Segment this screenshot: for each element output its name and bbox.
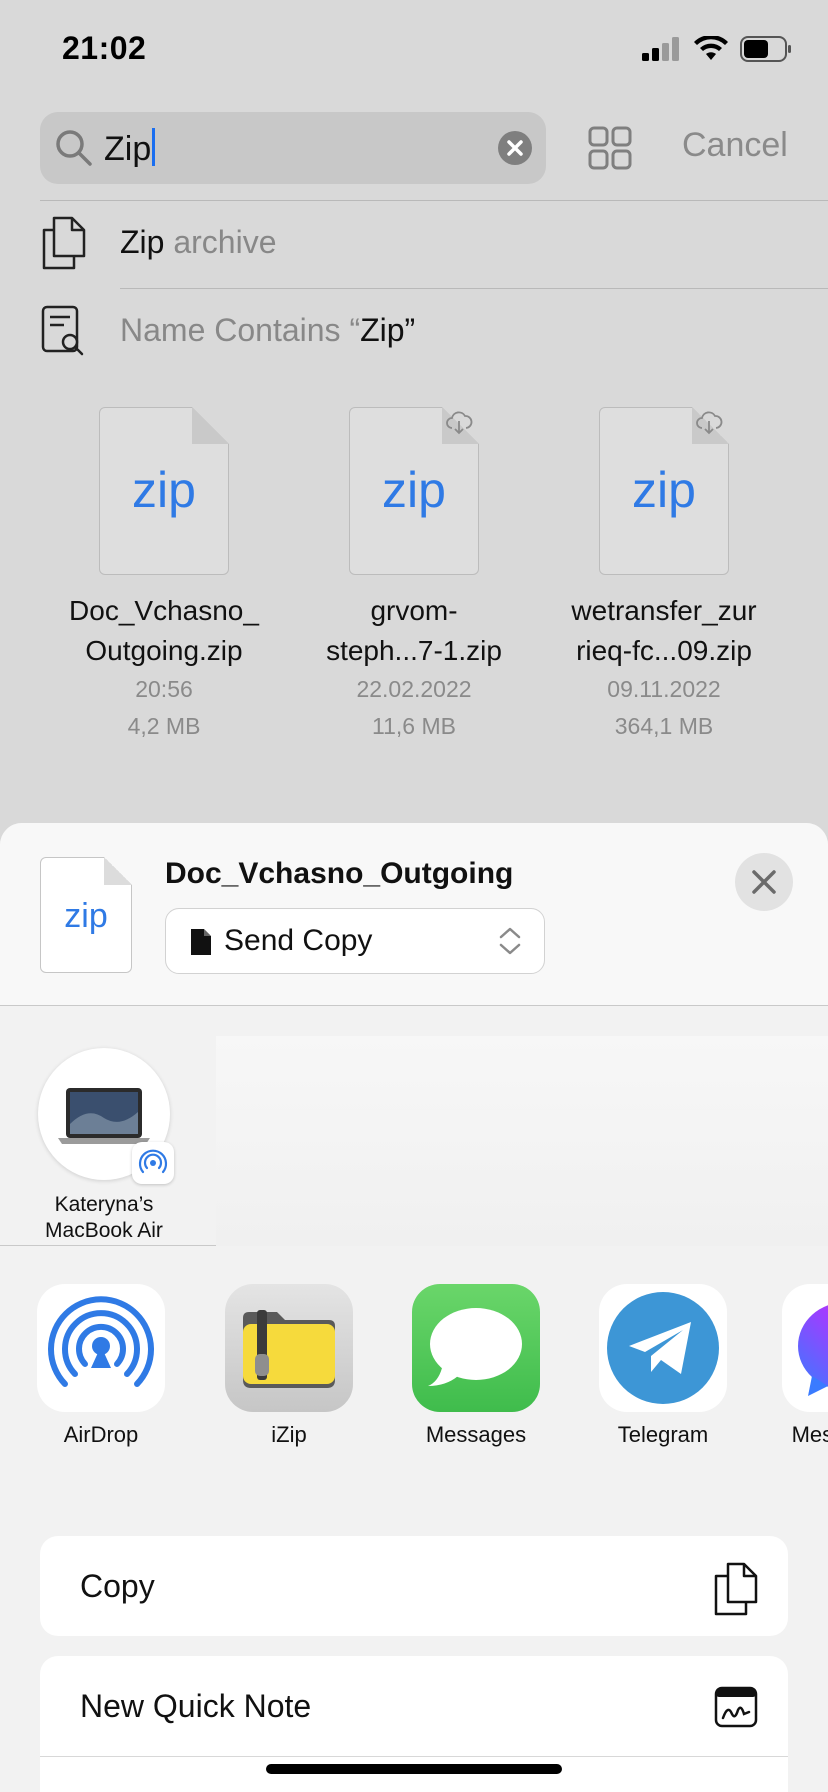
status-icons (642, 36, 792, 62)
suggestion-name-contains[interactable]: Name Contains “Zip” (40, 288, 828, 376)
file-size: 11,6 MB (372, 713, 456, 739)
file-date: 09.11.2022 (607, 676, 721, 702)
file-size: 364,1 MB (614, 713, 714, 739)
name-search-icon (41, 305, 84, 356)
izip-icon (225, 1284, 353, 1412)
file-size: 4,2 MB (127, 713, 201, 739)
app-telegram[interactable]: Telegram (593, 1284, 733, 1448)
document-icon (191, 929, 211, 955)
status-time: 21:02 (62, 30, 147, 66)
document-title: Doc_Vchasno_Outgoing (165, 857, 514, 890)
suggestion-match: Zip (360, 312, 405, 348)
suggestion-rest: archive (164, 224, 277, 260)
chevron-updown-icon (499, 927, 521, 955)
zip-file-icon: zip (99, 407, 229, 575)
status-bar: 21:02 (0, 0, 828, 100)
file-item[interactable]: zip Doc_Vchasno_ Outgoing.zip 20:56 4,2 M… (54, 407, 274, 745)
grid-view-icon[interactable] (588, 126, 632, 170)
suggestion-match: Zip (120, 224, 165, 260)
suggestion-suffix: ” (404, 312, 416, 348)
text-cursor (152, 128, 156, 166)
zip-file-icon: zip (349, 407, 479, 575)
send-copy-selector[interactable]: Send Copy (165, 908, 545, 974)
copy-icon (714, 1562, 758, 1616)
share-apps-row: AirDrop iZip Messages Telegram Mes (0, 1246, 828, 1468)
telegram-icon (599, 1284, 727, 1412)
device-name: Kateryna’s MacBook Air (45, 1193, 163, 1242)
messenger-icon (782, 1284, 828, 1412)
close-icon (752, 870, 776, 894)
messages-icon (412, 1284, 540, 1412)
cloud-download-icon (446, 411, 473, 435)
close-button[interactable] (735, 853, 793, 911)
file-item[interactable]: zip wetransfer_zur rieq-fc...09.zip 09.11… (554, 407, 774, 745)
file-name: grvom-steph...7-1.zip (326, 595, 502, 666)
airdrop-icon (138, 1149, 168, 1174)
cellular-signal-icon (642, 37, 679, 61)
device-avatar (38, 1048, 174, 1184)
app-messenger[interactable]: Messenger (776, 1284, 828, 1448)
file-date: 22.02.2022 (356, 676, 472, 702)
file-item[interactable]: zip grvom-steph...7-1.zip 22.02.2022 11,… (304, 407, 524, 745)
copy-action[interactable]: Copy (40, 1536, 788, 1636)
suggestion-prefix: Name Contains “ (120, 312, 361, 348)
cancel-button[interactable]: Cancel (682, 126, 788, 165)
suggestion-zip-archive[interactable]: Zip archive (40, 200, 828, 288)
airdrop-device[interactable]: Kateryna’s MacBook Air (34, 1048, 174, 1244)
search-icon (56, 130, 92, 166)
zip-file-icon: zip (599, 407, 729, 575)
file-name: wetransfer_zur rieq-fc...09.zip (571, 595, 757, 666)
thumbnail-label: zip (64, 897, 108, 935)
airdrop-people-row: Kateryna’s MacBook Air (0, 1006, 828, 1246)
documents-icon (42, 216, 86, 270)
file-name: Doc_Vchasno_ Outgoing.zip (69, 595, 259, 666)
wifi-icon (694, 36, 728, 60)
clear-icon (507, 140, 523, 156)
share-sheet-header: zip Doc_Vchasno_Outgoing Send Copy (0, 823, 828, 1006)
copy-action-label: Copy (80, 1568, 155, 1604)
send-copy-label: Send Copy (224, 924, 373, 957)
search-row: Zip Cancel (40, 112, 800, 184)
cloud-download-icon (696, 411, 723, 435)
app-airdrop[interactable]: AirDrop (31, 1284, 171, 1448)
quick-note-icon (714, 1686, 758, 1728)
file-date: 20:56 (135, 676, 193, 702)
quick-note-action-label: New Quick Note (80, 1688, 312, 1724)
clear-search-button[interactable] (498, 131, 532, 165)
app-izip[interactable]: iZip (219, 1284, 359, 1448)
app-messages[interactable]: Messages (406, 1284, 546, 1448)
search-input[interactable]: Zip (40, 112, 546, 184)
airdrop-icon (37, 1284, 165, 1412)
home-indicator[interactable] (266, 1764, 562, 1774)
airdrop-badge (132, 1142, 174, 1184)
battery-icon (740, 36, 791, 62)
search-query: Zip (104, 130, 152, 168)
share-sheet: zip Doc_Vchasno_Outgoing Send Copy Kater… (0, 823, 828, 1792)
